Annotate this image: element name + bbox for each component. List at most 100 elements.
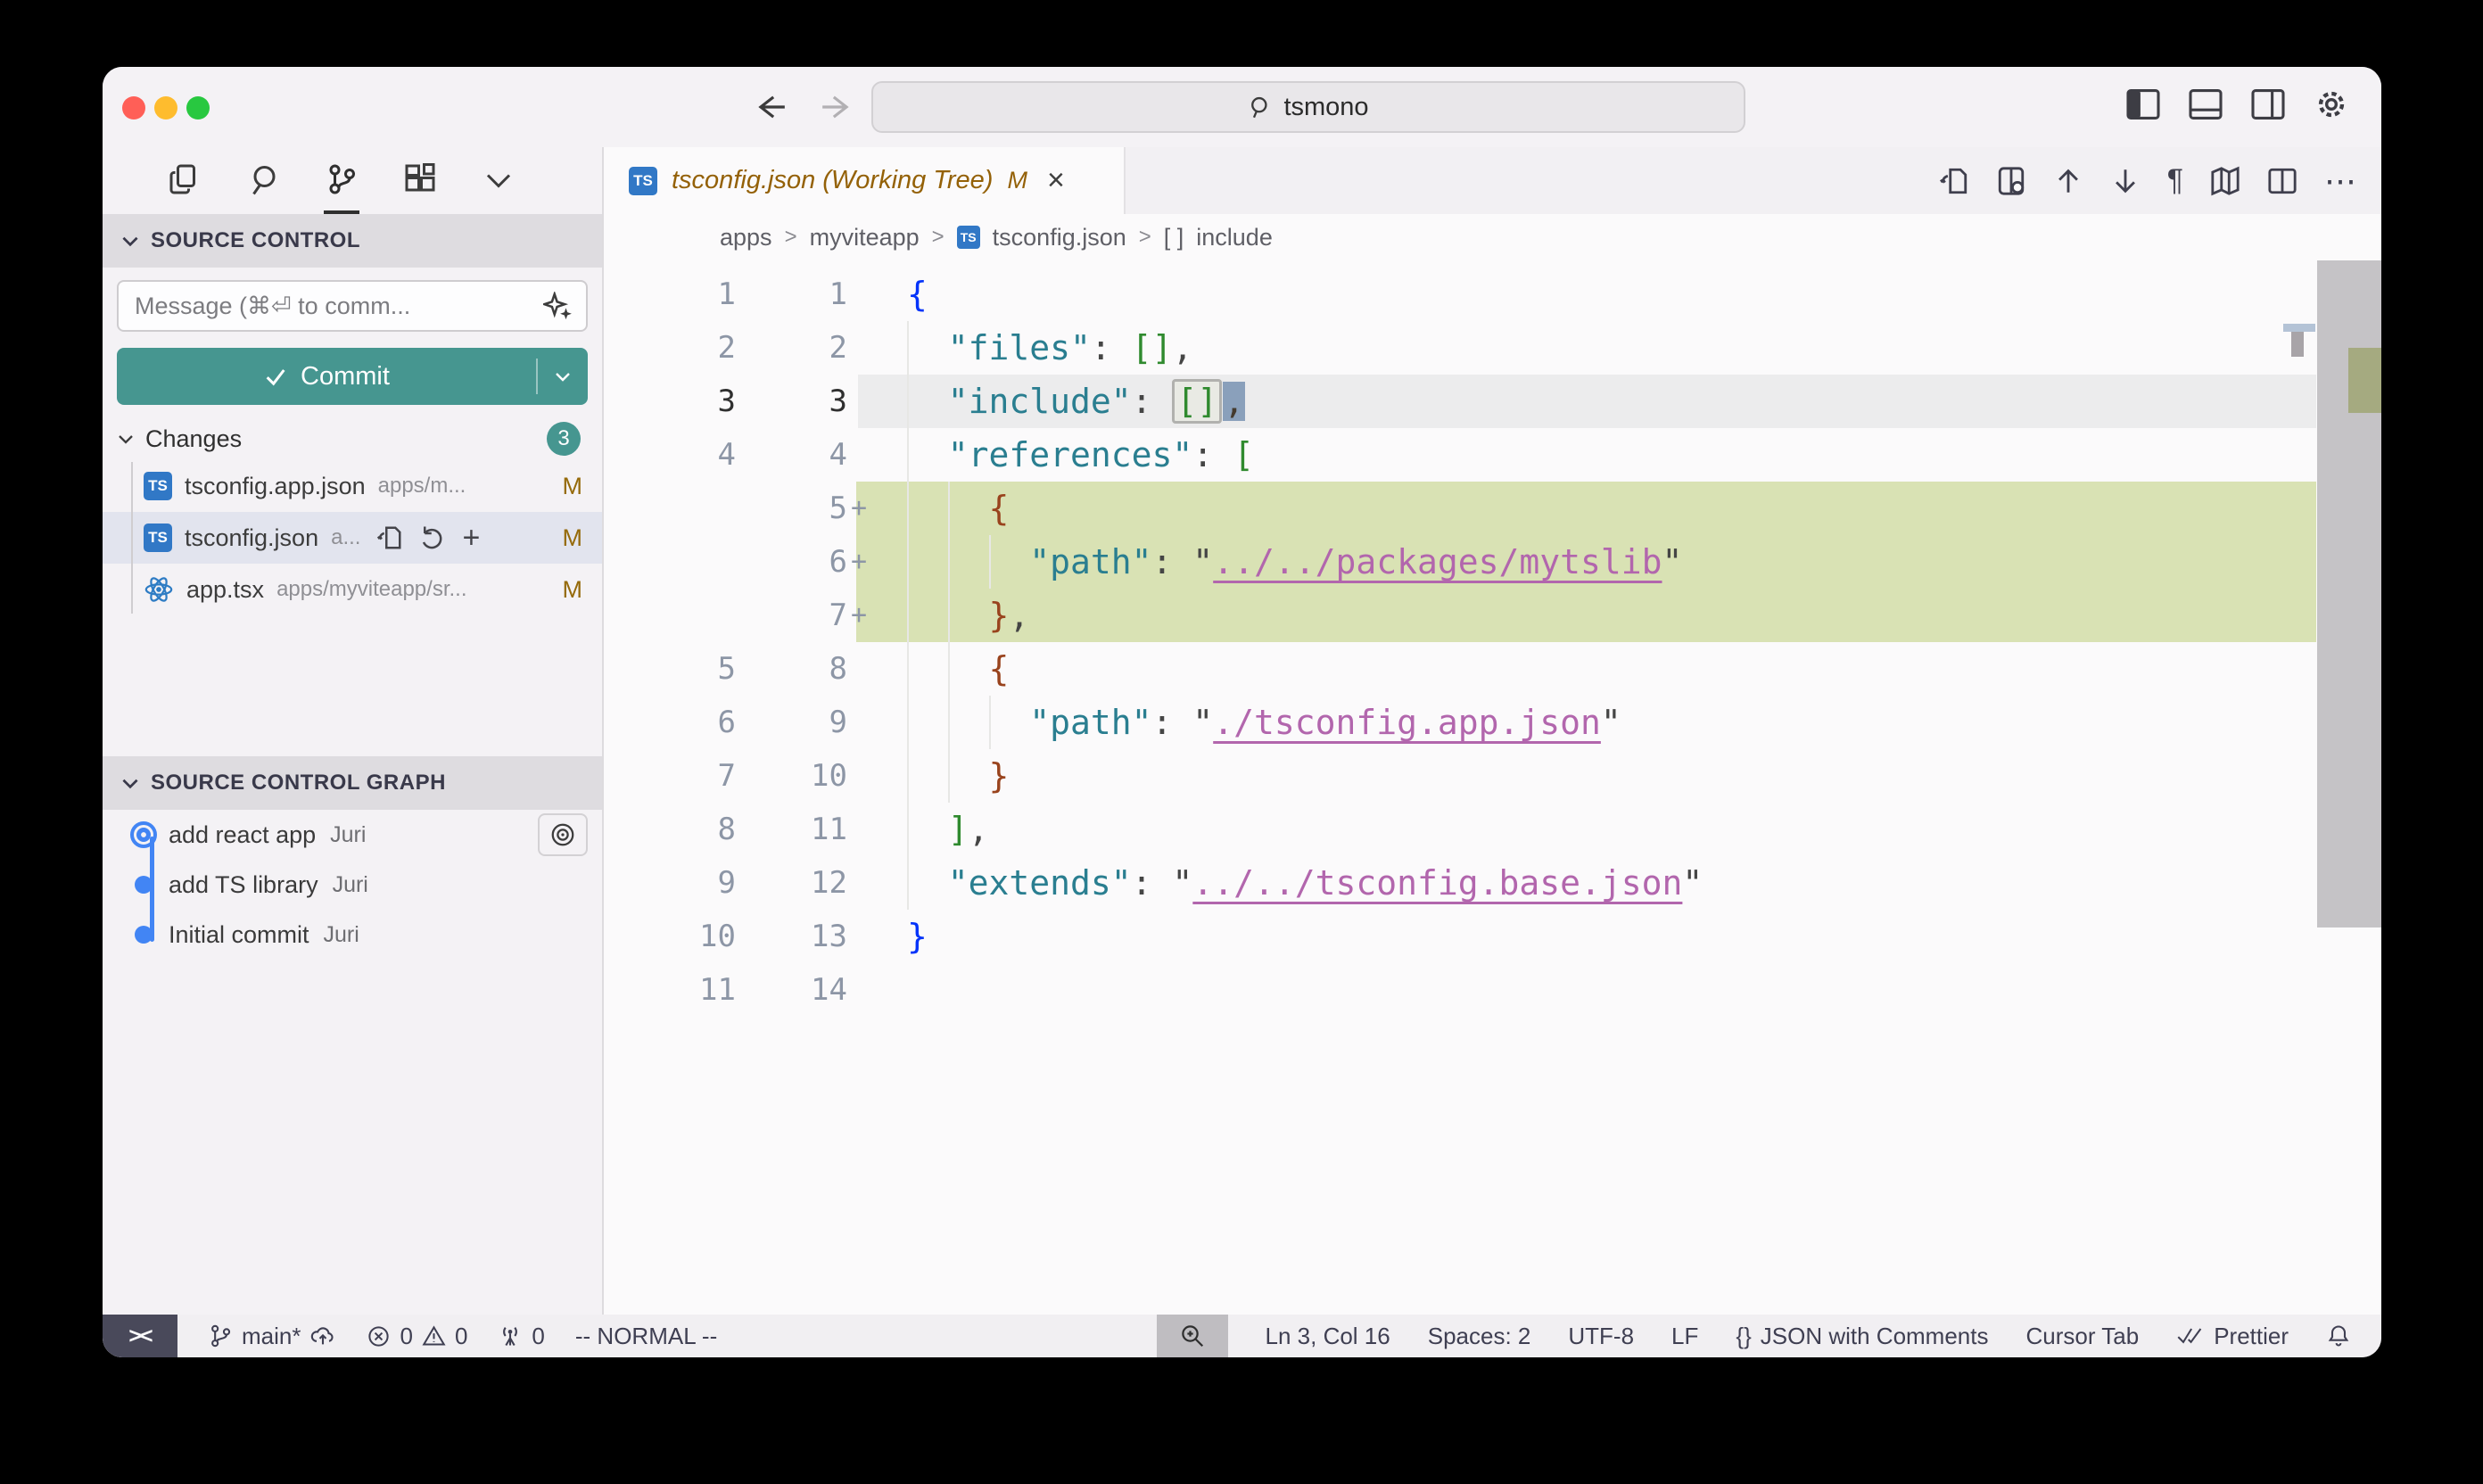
whitespace-pilcrow-icon[interactable]: ¶ (2167, 163, 2183, 198)
code-line-14[interactable]: 1114 (604, 963, 2381, 1017)
code-line-7[interactable]: 7+}, (604, 589, 2381, 642)
back-arrow-icon[interactable] (754, 92, 788, 122)
goto-ref-button[interactable] (538, 813, 588, 856)
ports-count: 0 (532, 1323, 544, 1350)
commit-button[interactable]: Commit (117, 348, 588, 405)
added-line-plus (847, 910, 870, 963)
old-line-number: 7 (604, 749, 736, 803)
old-line-number: 5 (604, 642, 736, 696)
forward-arrow-icon[interactable] (820, 92, 854, 122)
code-editor[interactable]: 11{22"files": [],33"include": [],44"refe… (604, 260, 2381, 1315)
token-b1: { (907, 275, 928, 314)
code-line-10[interactable]: 710} (604, 749, 2381, 803)
extensions-icon[interactable] (402, 147, 438, 214)
tab-tsconfig-working-tree[interactable]: TS tsconfig.json (Working Tree) M × (604, 147, 1126, 214)
chevron-down-icon (115, 428, 136, 449)
minimap (2291, 332, 2304, 357)
commit-dropdown-button[interactable] (536, 359, 588, 394)
branch-status-item[interactable]: main* (208, 1323, 336, 1350)
vim-mode-text: -- NORMAL -- (575, 1323, 717, 1350)
toggle-panel-icon[interactable] (2189, 89, 2223, 120)
code-line-8[interactable]: 58{ (604, 642, 2381, 696)
file-row-app.tsx[interactable]: app.tsxapps/myviteapp/sr...M (103, 564, 602, 615)
discard-changes-icon[interactable] (419, 524, 446, 551)
code-line-12[interactable]: 912"extends": "../../tsconfig.base.json" (604, 856, 2381, 910)
split-editor-icon[interactable] (2267, 166, 2297, 196)
line-content: }, (907, 589, 1029, 642)
stage-changes-plus-icon[interactable]: + (462, 524, 480, 551)
code-line-3[interactable]: 33"include": [], (604, 375, 2381, 428)
code-line-13[interactable]: 1013} (604, 910, 2381, 963)
breadcrumb-apps[interactable]: apps (720, 224, 772, 251)
code-line-5[interactable]: 5+{ (604, 482, 2381, 535)
map-icon[interactable] (2210, 166, 2240, 196)
open-file-icon[interactable] (376, 524, 403, 551)
commit-row[interactable]: add react appJuri (103, 810, 602, 860)
open-changes-icon[interactable] (1939, 166, 1969, 196)
more-views-chevron-icon[interactable] (481, 147, 516, 214)
breadcrumb-tsconfig[interactable]: tsconfig.json (993, 224, 1126, 251)
settings-gear-icon[interactable] (2314, 87, 2349, 122)
line-content: "files": [], (907, 321, 1192, 375)
code-line-2[interactable]: 22"files": [], (604, 321, 2381, 375)
indent-guide (907, 535, 948, 589)
zoom-status-item[interactable] (1157, 1315, 1228, 1357)
line-content: { (907, 482, 1009, 535)
notifications-bell-icon[interactable] (2326, 1323, 2351, 1348)
code-line-11[interactable]: 811], (604, 803, 2381, 856)
code-line-6[interactable]: 6+"path": "../../packages/mytslib" (604, 535, 2381, 589)
indent-guide (989, 696, 1030, 749)
toggle-secondary-sidebar-icon[interactable] (2251, 89, 2285, 120)
explorer-icon[interactable] (167, 147, 202, 214)
added-line-plus (847, 856, 870, 910)
new-line-number: 13 (736, 910, 847, 963)
eol-item[interactable]: LF (1671, 1323, 1698, 1350)
code-line-9[interactable]: 69"path": "./tsconfig.app.json" (604, 696, 2381, 749)
commit-row[interactable]: Initial commitJuri (103, 910, 602, 960)
close-window-button[interactable] (122, 96, 145, 120)
problems-status-item[interactable]: 0 0 (367, 1323, 467, 1350)
minimize-window-button[interactable] (154, 96, 177, 120)
next-change-arrow-icon[interactable] (2110, 166, 2141, 196)
token-punc: : (1132, 863, 1173, 903)
source-control-graph-header[interactable]: SOURCE CONTROL GRAPH (103, 756, 602, 810)
line-content: "references": [ (907, 428, 1254, 482)
token-link: ../../tsconfig.base.json (1192, 863, 1682, 903)
code-line-1[interactable]: 11{ (604, 268, 2381, 321)
source-control-icon[interactable] (324, 147, 359, 214)
inline-diff-view-icon[interactable] (1996, 166, 2026, 196)
ports-status-item[interactable]: 0 (498, 1323, 544, 1350)
token-b3: { (989, 489, 1010, 528)
previous-change-arrow-icon[interactable] (2053, 166, 2083, 196)
changes-section-header[interactable]: Changes 3 (103, 417, 602, 460)
added-line-plus (847, 963, 870, 1017)
generate-commit-message-sparkle-icon[interactable] (543, 292, 573, 322)
tab-close-icon[interactable]: × (1047, 163, 1065, 198)
cursor-tab-item[interactable]: Cursor Tab (2026, 1323, 2140, 1350)
source-control-section-header[interactable]: SOURCE CONTROL (103, 214, 602, 268)
branch-icon (208, 1323, 233, 1348)
maximize-window-button[interactable] (186, 96, 210, 120)
breadcrumb-include[interactable]: include (1196, 224, 1273, 251)
remote-indicator[interactable]: >< (103, 1315, 177, 1357)
editor-scrollbar[interactable] (2317, 260, 2381, 928)
vim-mode-indicator[interactable]: -- NORMAL -- (575, 1323, 717, 1350)
file-row-tsconfig.app.json[interactable]: TStsconfig.app.jsonapps/m...M (103, 460, 602, 512)
breadcrumb-myviteapp[interactable]: myviteapp (810, 224, 920, 251)
toggle-primary-sidebar-icon[interactable] (2126, 89, 2160, 120)
file-row-tsconfig.json[interactable]: TStsconfig.jsona...+M (103, 512, 602, 564)
commit-row[interactable]: add TS libraryJuri (103, 860, 602, 910)
formatter-item[interactable]: Prettier (2176, 1323, 2289, 1350)
command-center-search[interactable]: tsmono (871, 81, 1745, 133)
token-punc: , (1172, 328, 1192, 367)
chevron-down-icon (119, 229, 142, 252)
cloud-upload-icon (309, 1323, 336, 1348)
commit-message-input[interactable] (117, 280, 588, 332)
search-sidebar-icon[interactable] (245, 147, 281, 214)
encoding-item[interactable]: UTF-8 (1568, 1323, 1634, 1350)
code-line-4[interactable]: 44"references": [ (604, 428, 2381, 482)
indentation-item[interactable]: Spaces: 2 (1428, 1323, 1531, 1350)
language-mode-item[interactable]: {} JSON with Comments (1736, 1323, 1988, 1350)
cursor-position-item[interactable]: Ln 3, Col 16 (1266, 1323, 1390, 1350)
more-actions-icon[interactable]: ⋯ (2324, 162, 2356, 200)
